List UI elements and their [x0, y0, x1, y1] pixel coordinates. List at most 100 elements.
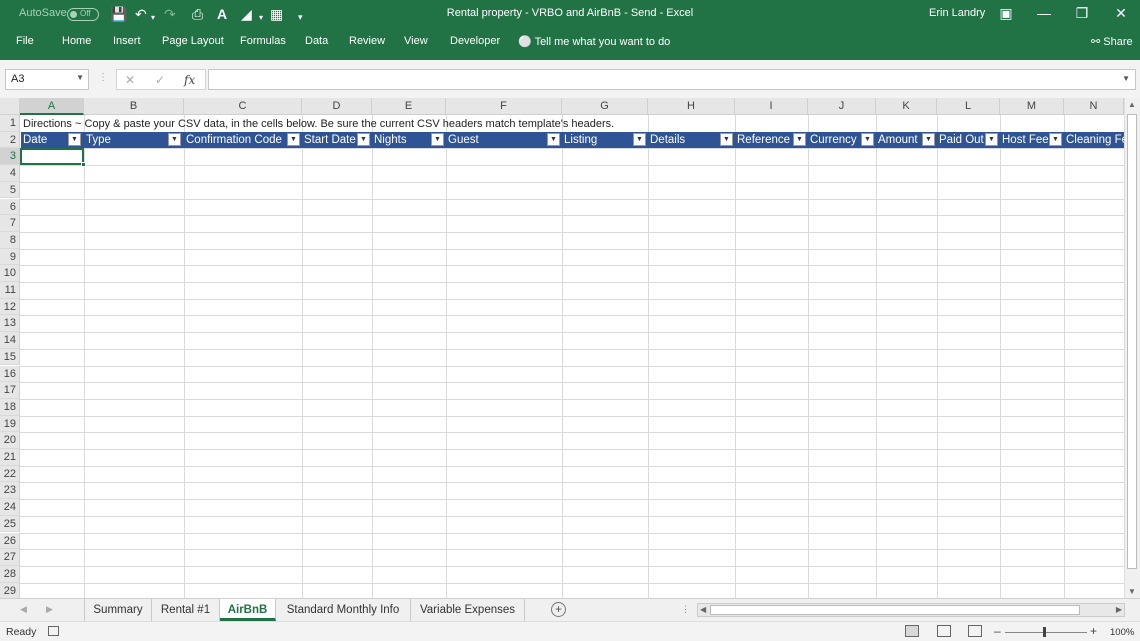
column-header-b[interactable]: B — [84, 98, 184, 115]
row-header-1[interactable]: 1 — [0, 115, 20, 132]
tab-home[interactable]: Home — [62, 35, 91, 47]
row-header-23[interactable]: 23 — [0, 482, 20, 500]
vertical-scroll-thumb[interactable] — [1127, 114, 1137, 569]
header-host-fee[interactable]: Host Fee — [1000, 132, 1048, 148]
active-cell-a3[interactable] — [20, 148, 86, 167]
tab-page-layout[interactable]: Page Layout — [162, 35, 224, 47]
filter-dropdown-icon[interactable]: ▼ — [547, 133, 560, 146]
header-listing[interactable]: Listing — [562, 132, 632, 148]
tab-insert[interactable]: Insert — [113, 35, 141, 47]
ribbon-display-icon[interactable]: ▣ — [996, 4, 1016, 22]
filter-dropdown-icon[interactable]: ▼ — [633, 133, 646, 146]
column-header-c[interactable]: C — [184, 98, 302, 115]
header-paid-out[interactable]: Paid Out — [937, 132, 984, 148]
filter-dropdown-icon[interactable]: ▼ — [720, 133, 733, 146]
page-layout-view-icon[interactable] — [937, 625, 951, 637]
row-header-7[interactable]: 7 — [0, 215, 20, 232]
sheet-tab-rental-1[interactable]: Rental #1 — [152, 599, 220, 621]
header-details[interactable]: Details — [648, 132, 719, 148]
macro-record-icon[interactable] — [48, 626, 59, 636]
header-nights[interactable]: Nights — [372, 132, 430, 148]
formula-input[interactable]: ▼ — [208, 69, 1136, 90]
tab-formulas[interactable]: Formulas — [240, 35, 286, 47]
tab-review[interactable]: Review — [349, 35, 385, 47]
confirm-entry-icon[interactable]: ✓ — [155, 73, 165, 87]
row-header-13[interactable]: 13 — [0, 315, 20, 333]
restore-icon[interactable]: ❐ — [1072, 4, 1092, 22]
column-header-a[interactable]: A — [20, 98, 84, 115]
sheet-tab-summary[interactable]: Summary — [84, 599, 152, 621]
sheet-tab-standard-monthly-info[interactable]: Standard Monthly Info — [276, 599, 411, 621]
tell-me-search[interactable]: ⚪ Tell me what you want to do — [518, 35, 670, 48]
column-header-i[interactable]: I — [735, 98, 808, 115]
scroll-left-icon[interactable]: ◀ — [700, 605, 706, 614]
filter-dropdown-icon[interactable]: ▼ — [793, 133, 806, 146]
zoom-level[interactable]: 100% — [1110, 627, 1134, 638]
row-header-2[interactable]: 2 — [0, 131, 20, 149]
name-box[interactable]: A3 ▼ — [5, 69, 89, 90]
filter-dropdown-icon[interactable]: ▼ — [922, 133, 935, 146]
tab-view[interactable]: View — [404, 35, 428, 47]
close-icon[interactable]: ✕ — [1111, 4, 1131, 22]
row-header-27[interactable]: 27 — [0, 549, 20, 566]
row-header-8[interactable]: 8 — [0, 231, 20, 249]
page-break-view-icon[interactable] — [968, 625, 982, 637]
header-cleaning-fee[interactable]: Cleaning Fe — [1064, 132, 1124, 148]
insert-function-icon[interactable]: fx — [184, 73, 195, 87]
sheet-tab-variable-expenses[interactable]: Variable Expenses — [411, 599, 525, 621]
formula-bar-grip-icon[interactable]: ⋮ — [98, 72, 108, 83]
zoom-in-icon[interactable]: + — [1090, 624, 1097, 638]
column-header-n[interactable]: N — [1064, 98, 1124, 115]
row-header-21[interactable]: 21 — [0, 449, 20, 466]
normal-view-icon[interactable] — [905, 625, 919, 637]
column-header-g[interactable]: G — [562, 98, 648, 115]
row-header-28[interactable]: 28 — [0, 565, 20, 583]
directions-text[interactable]: Directions ~ Copy & paste your CSV data,… — [23, 116, 614, 132]
row-header-15[interactable]: 15 — [0, 348, 20, 366]
column-header-h[interactable]: H — [648, 98, 735, 115]
sheet-tab-airbnb[interactable]: AirBnB — [220, 599, 276, 621]
column-header-f[interactable]: F — [446, 98, 562, 115]
zoom-slider[interactable] — [1005, 632, 1087, 633]
horizontal-scrollbar[interactable]: ◀ ▶ — [697, 603, 1125, 617]
header-reference[interactable]: Reference — [735, 132, 792, 148]
worksheet-grid[interactable]: A B C D E F G H I J K L M N 1 2 3 4 5 6 7 8 9 10 1… — [0, 98, 1124, 598]
row-header-20[interactable]: 20 — [0, 432, 20, 449]
column-header-l[interactable]: L — [937, 98, 1000, 115]
header-amount[interactable]: Amount — [876, 132, 921, 148]
row-header-5[interactable]: 5 — [0, 181, 20, 199]
scroll-right-icon[interactable]: ▶ — [1116, 605, 1122, 614]
filter-dropdown-icon[interactable]: ▼ — [168, 133, 181, 146]
column-header-j[interactable]: J — [808, 98, 876, 115]
filter-dropdown-icon[interactable]: ▼ — [861, 133, 874, 146]
row-header-4[interactable]: 4 — [0, 165, 20, 182]
header-guest[interactable]: Guest — [446, 132, 546, 148]
share-button[interactable]: ⚯ Share — [1091, 35, 1133, 48]
row-header-17[interactable]: 17 — [0, 382, 20, 399]
column-header-e[interactable]: E — [372, 98, 446, 115]
expand-formula-bar-icon[interactable]: ▼ — [1122, 74, 1130, 83]
horizontal-scroll-thumb[interactable] — [710, 605, 1080, 615]
column-header-d[interactable]: D — [302, 98, 372, 115]
row-header-3[interactable]: 3 — [0, 148, 20, 166]
cancel-entry-icon[interactable]: ✕ — [125, 73, 135, 87]
row-header-26[interactable]: 26 — [0, 532, 20, 550]
header-type[interactable]: Type — [84, 132, 168, 148]
filter-dropdown-icon[interactable]: ▼ — [68, 133, 81, 146]
prev-sheet-icon[interactable]: ◀ — [20, 604, 27, 615]
header-date[interactable]: Date — [21, 132, 69, 148]
zoom-out-icon[interactable]: – — [994, 624, 1001, 638]
row-header-29[interactable]: 29 — [0, 582, 20, 598]
zoom-slider-thumb[interactable] — [1043, 627, 1046, 637]
tab-data[interactable]: Data — [305, 35, 328, 47]
filter-dropdown-icon[interactable]: ▼ — [357, 133, 370, 146]
row-header-18[interactable]: 18 — [0, 398, 20, 416]
row-header-25[interactable]: 25 — [0, 515, 20, 533]
tab-file[interactable]: File — [16, 35, 34, 47]
tab-developer[interactable]: Developer — [450, 35, 500, 47]
row-header-16[interactable]: 16 — [0, 365, 20, 383]
scroll-down-icon[interactable]: ▼ — [1128, 587, 1136, 596]
row-header-19[interactable]: 19 — [0, 415, 20, 433]
row-header-12[interactable]: 12 — [0, 298, 20, 316]
header-start-date[interactable]: Start Date — [302, 132, 356, 148]
